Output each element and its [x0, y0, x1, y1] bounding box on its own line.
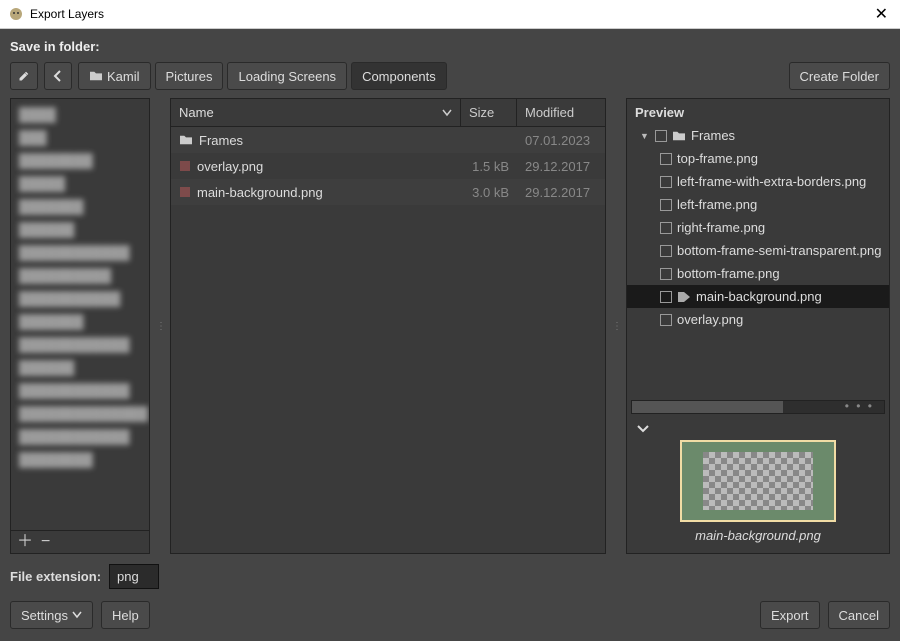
file-browser: Name Size Modified Frames 07.01.2023	[170, 98, 606, 554]
window-titlebar: Export Layers ✕	[0, 0, 900, 29]
visibility-checkbox[interactable]	[660, 176, 672, 188]
preview-scrollbar[interactable]: • • •	[631, 400, 885, 414]
add-bookmark-button[interactable]: ＋	[17, 535, 33, 549]
breadcrumb-segment[interactable]: Loading Screens	[227, 62, 347, 90]
path-back-button[interactable]	[44, 62, 72, 90]
chevron-down-icon	[637, 424, 649, 434]
file-row[interactable]: overlay.png 1.5 kB 29.12.2017	[171, 153, 605, 179]
tree-item[interactable]: bottom-frame-semi-transparent.png	[627, 239, 889, 262]
file-extension-label: File extension:	[10, 569, 101, 584]
pane-resize-handle[interactable]: ⋮	[156, 98, 164, 554]
close-icon[interactable]: ✕	[871, 4, 892, 24]
tree-item-label: top-frame.png	[677, 151, 758, 166]
tree-item[interactable]: left-frame.png	[627, 193, 889, 216]
visibility-checkbox[interactable]	[660, 291, 672, 303]
remove-bookmark-button[interactable]: −	[41, 535, 50, 549]
create-folder-button[interactable]: Create Folder	[789, 62, 890, 90]
layer-tree[interactable]: ▼ Frames top-frame.png left-frame-with-ex…	[627, 124, 889, 396]
file-extension-input[interactable]	[109, 564, 159, 589]
folder-icon	[89, 70, 103, 82]
pencil-icon	[18, 70, 30, 82]
image-file-icon	[179, 160, 191, 172]
tree-item[interactable]: left-frame-with-extra-borders.png	[627, 170, 889, 193]
column-modified[interactable]: Modified	[517, 99, 605, 126]
visibility-checkbox[interactable]	[660, 268, 672, 280]
column-size[interactable]: Size	[461, 99, 517, 126]
tree-item[interactable]: main-background.png	[627, 285, 889, 308]
tree-item-label: main-background.png	[696, 289, 822, 304]
tree-item-label: left-frame.png	[677, 197, 757, 212]
app-icon	[8, 6, 24, 22]
folder-icon	[672, 130, 686, 142]
collapse-icon[interactable]: ▼	[640, 131, 650, 141]
breadcrumb: Kamil Pictures Loading Screens Component…	[78, 62, 447, 90]
file-row[interactable]: Frames 07.01.2023	[171, 127, 605, 153]
tree-item-label: bottom-frame-semi-transparent.png	[677, 243, 881, 258]
image-file-icon	[179, 186, 191, 198]
places-list[interactable]: ████ ███ ████████ █████ ███████ ██████ █…	[11, 99, 149, 530]
chevron-left-icon	[52, 70, 64, 82]
edit-path-button[interactable]	[10, 62, 38, 90]
tag-icon	[677, 291, 691, 303]
tree-group[interactable]: ▼ Frames	[627, 124, 889, 147]
breadcrumb-segment-current[interactable]: Components	[351, 62, 447, 90]
preview-heading: Preview	[627, 99, 889, 124]
tree-item-label: overlay.png	[677, 312, 743, 327]
preview-caption: main-background.png	[695, 528, 821, 543]
window-title: Export Layers	[30, 7, 871, 21]
places-sidebar: ████ ███ ████████ █████ ███████ ██████ █…	[10, 98, 150, 554]
file-list[interactable]: Frames 07.01.2023 overlay.png 1.5 kB 29.…	[171, 127, 605, 553]
save-in-folder-label: Save in folder:	[10, 39, 890, 54]
visibility-checkbox[interactable]	[660, 222, 672, 234]
sort-indicator-icon	[442, 109, 452, 117]
visibility-checkbox[interactable]	[660, 314, 672, 326]
folder-icon	[179, 134, 193, 146]
export-button[interactable]: Export	[760, 601, 820, 629]
pane-resize-handle[interactable]: ⋮	[612, 98, 620, 554]
tree-item[interactable]: overlay.png	[627, 308, 889, 331]
tree-item[interactable]: bottom-frame.png	[627, 262, 889, 285]
chevron-down-icon	[72, 611, 82, 619]
tree-item-label: bottom-frame.png	[677, 266, 780, 281]
visibility-checkbox[interactable]	[660, 153, 672, 165]
visibility-checkbox[interactable]	[660, 199, 672, 211]
tree-item[interactable]: top-frame.png	[627, 147, 889, 170]
preview-panel: Preview ▼ Frames top-frame.png left-frame…	[626, 98, 890, 554]
visibility-checkbox[interactable]	[655, 130, 667, 142]
file-row[interactable]: main-background.png 3.0 kB 29.12.2017	[171, 179, 605, 205]
preview-toggle[interactable]	[637, 424, 649, 434]
settings-button[interactable]: Settings	[10, 601, 93, 629]
help-button[interactable]: Help	[101, 601, 150, 629]
column-name[interactable]: Name	[171, 99, 461, 126]
tree-item-label: right-frame.png	[677, 220, 765, 235]
file-columns-header: Name Size Modified	[171, 99, 605, 127]
cancel-button[interactable]: Cancel	[828, 601, 890, 629]
tree-item[interactable]: right-frame.png	[627, 216, 889, 239]
breadcrumb-segment[interactable]: Kamil	[78, 62, 151, 90]
breadcrumb-segment[interactable]: Pictures	[155, 62, 224, 90]
tree-item-label: left-frame-with-extra-borders.png	[677, 174, 866, 189]
visibility-checkbox[interactable]	[660, 245, 672, 257]
preview-thumbnail	[680, 440, 836, 522]
